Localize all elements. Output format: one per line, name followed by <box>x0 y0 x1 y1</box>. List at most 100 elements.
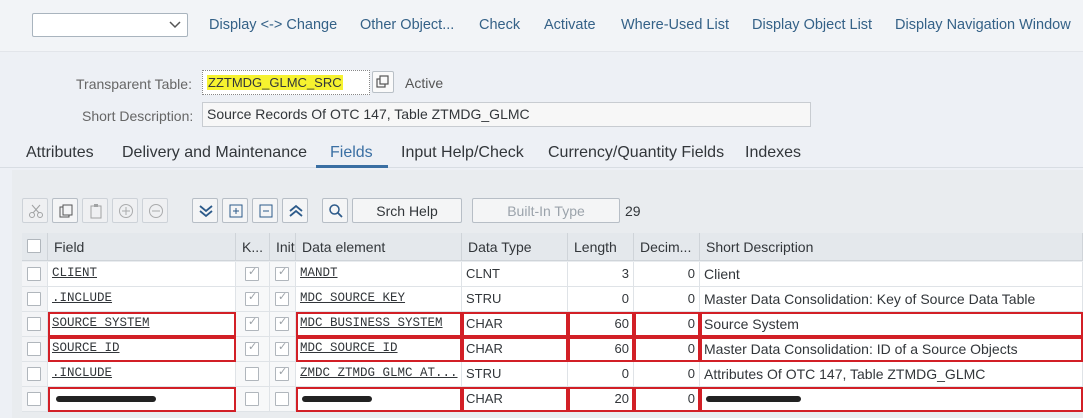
key-checkbox[interactable] <box>245 315 259 331</box>
short-description-field[interactable]: Source Records Of OTC 147, Table ZTMDG_G… <box>202 102 811 127</box>
initial-flag-cell[interactable] <box>270 287 296 312</box>
built-in-type-button[interactable]: Built-In Type <box>472 198 620 223</box>
field-name-cell[interactable]: SOURCE_SYSTEM <box>48 312 236 337</box>
short-description-cell[interactable]: Attributes Of OTC 147, Table ZTMDG_GLMC <box>700 362 1083 387</box>
row-checkbox[interactable] <box>27 267 41 281</box>
delete-row-button[interactable] <box>142 198 168 223</box>
data-element-cell[interactable]: MDC_BUSINESS_SYSTEM <box>296 312 462 337</box>
other-object-button[interactable]: Other Object... <box>360 17 454 33</box>
initial-checkbox[interactable] <box>275 365 289 381</box>
initial-flag-cell[interactable] <box>270 387 296 412</box>
initial-checkbox[interactable] <box>275 340 289 356</box>
row-selector[interactable] <box>22 312 48 337</box>
key-checkbox[interactable] <box>245 290 259 306</box>
initial-checkbox[interactable] <box>275 315 289 331</box>
data-element-cell[interactable]: MDC_SOURCE_ID <box>296 337 462 362</box>
row-checkbox[interactable] <box>27 342 41 356</box>
row-selector[interactable] <box>22 387 48 412</box>
data-type-cell[interactable]: CHAR <box>462 337 568 362</box>
check-button[interactable]: Check <box>479 17 520 33</box>
length-cell[interactable]: 60 <box>568 312 634 337</box>
initial-flag-cell[interactable] <box>270 262 296 287</box>
initial-checkbox[interactable] <box>275 265 289 281</box>
tab-attributes[interactable]: Attributes <box>26 144 94 162</box>
initial-flag-cell[interactable] <box>270 312 296 337</box>
insert-structure-button[interactable] <box>222 198 248 223</box>
select-all-header[interactable] <box>22 233 48 261</box>
field-name-cell[interactable]: .INCLUDE <box>48 287 236 312</box>
row-selector[interactable] <box>22 362 48 387</box>
key-checkbox[interactable] <box>245 367 259 381</box>
tab-fields[interactable]: Fields <box>330 144 373 162</box>
display-object-list-button[interactable]: Display Object List <box>752 17 872 33</box>
cut-button[interactable] <box>22 198 48 223</box>
data-type-cell[interactable]: STRU <box>462 362 568 387</box>
remove-structure-button[interactable] <box>252 198 278 223</box>
key-flag-cell[interactable] <box>236 262 270 287</box>
insert-row-button[interactable] <box>112 198 138 223</box>
row-selector[interactable] <box>22 262 48 287</box>
field-name-cell[interactable]: CLIENT <box>48 262 236 287</box>
data-element-cell[interactable] <box>296 387 462 412</box>
column-header-length[interactable]: Length <box>568 233 634 261</box>
column-header-key[interactable]: K... <box>236 233 270 261</box>
data-type-cell[interactable]: STRU <box>462 287 568 312</box>
field-name-cell[interactable]: SOURCE_ID <box>48 337 236 362</box>
expand-all-button[interactable] <box>192 198 218 223</box>
initial-checkbox[interactable] <box>275 290 289 306</box>
initial-flag-cell[interactable] <box>270 337 296 362</box>
collapse-all-button[interactable] <box>282 198 308 223</box>
tab-indexes[interactable]: Indexes <box>745 144 801 162</box>
decimals-cell[interactable]: 0 <box>634 312 700 337</box>
key-flag-cell[interactable] <box>236 387 270 412</box>
where-used-list-button[interactable]: Where-Used List <box>621 17 729 33</box>
short-description-cell[interactable]: Master Data Consolidation: ID of a Sourc… <box>700 337 1083 362</box>
key-checkbox[interactable] <box>245 340 259 356</box>
row-checkbox[interactable] <box>27 317 41 331</box>
paste-button[interactable] <box>82 198 108 223</box>
row-selector[interactable] <box>22 337 48 362</box>
key-flag-cell[interactable] <box>236 362 270 387</box>
length-cell[interactable]: 3 <box>568 262 634 287</box>
data-element-cell[interactable]: ZMDC_ZTMDG_GLMC_AT... <box>296 362 462 387</box>
key-flag-cell[interactable] <box>236 337 270 362</box>
column-header-data-element[interactable]: Data element <box>296 233 462 261</box>
key-checkbox[interactable] <box>245 265 259 281</box>
copy-button[interactable] <box>372 71 394 93</box>
transparent-table-field[interactable]: ZZTMDG_GLMC_SRC <box>202 70 370 95</box>
key-checkbox[interactable] <box>245 392 259 406</box>
row-checkbox[interactable] <box>27 392 41 406</box>
key-flag-cell[interactable] <box>236 287 270 312</box>
key-flag-cell[interactable] <box>236 312 270 337</box>
srch-help-button[interactable]: Srch Help <box>352 198 462 223</box>
select-all-checkbox[interactable] <box>27 239 41 253</box>
short-description-cell[interactable] <box>700 387 1083 412</box>
short-description-cell[interactable]: Source System <box>700 312 1083 337</box>
display-change-button[interactable]: Display <-> Change <box>209 17 337 33</box>
field-name-cell[interactable]: .INCLUDE <box>48 362 236 387</box>
column-header-decimals[interactable]: Decim... <box>634 233 700 261</box>
row-checkbox[interactable] <box>27 292 41 306</box>
decimals-cell[interactable]: 0 <box>634 337 700 362</box>
data-type-cell[interactable]: CLNT <box>462 262 568 287</box>
tab-delivery-maintenance[interactable]: Delivery and Maintenance <box>122 144 307 162</box>
row-selector[interactable] <box>22 287 48 312</box>
row-checkbox[interactable] <box>27 367 41 381</box>
tab-currency-quantity-fields[interactable]: Currency/Quantity Fields <box>548 144 724 162</box>
decimals-cell[interactable]: 0 <box>634 287 700 312</box>
command-field-dropdown[interactable] <box>32 13 188 37</box>
decimals-cell[interactable]: 0 <box>634 362 700 387</box>
display-navigation-window-button[interactable]: Display Navigation Window <box>895 17 1071 33</box>
copy-rows-button[interactable] <box>52 198 78 223</box>
tab-input-help-check[interactable]: Input Help/Check <box>401 144 524 162</box>
activate-button[interactable]: Activate <box>544 17 596 33</box>
field-name-cell[interactable] <box>48 387 236 412</box>
column-header-initial[interactable]: Initi... <box>270 233 296 261</box>
length-cell[interactable]: 60 <box>568 337 634 362</box>
length-cell[interactable]: 0 <box>568 287 634 312</box>
decimals-cell[interactable]: 0 <box>634 262 700 287</box>
search-button[interactable] <box>322 198 348 223</box>
length-cell[interactable]: 20 <box>568 387 634 412</box>
initial-checkbox[interactable] <box>275 392 289 406</box>
data-type-cell[interactable]: CHAR <box>462 312 568 337</box>
